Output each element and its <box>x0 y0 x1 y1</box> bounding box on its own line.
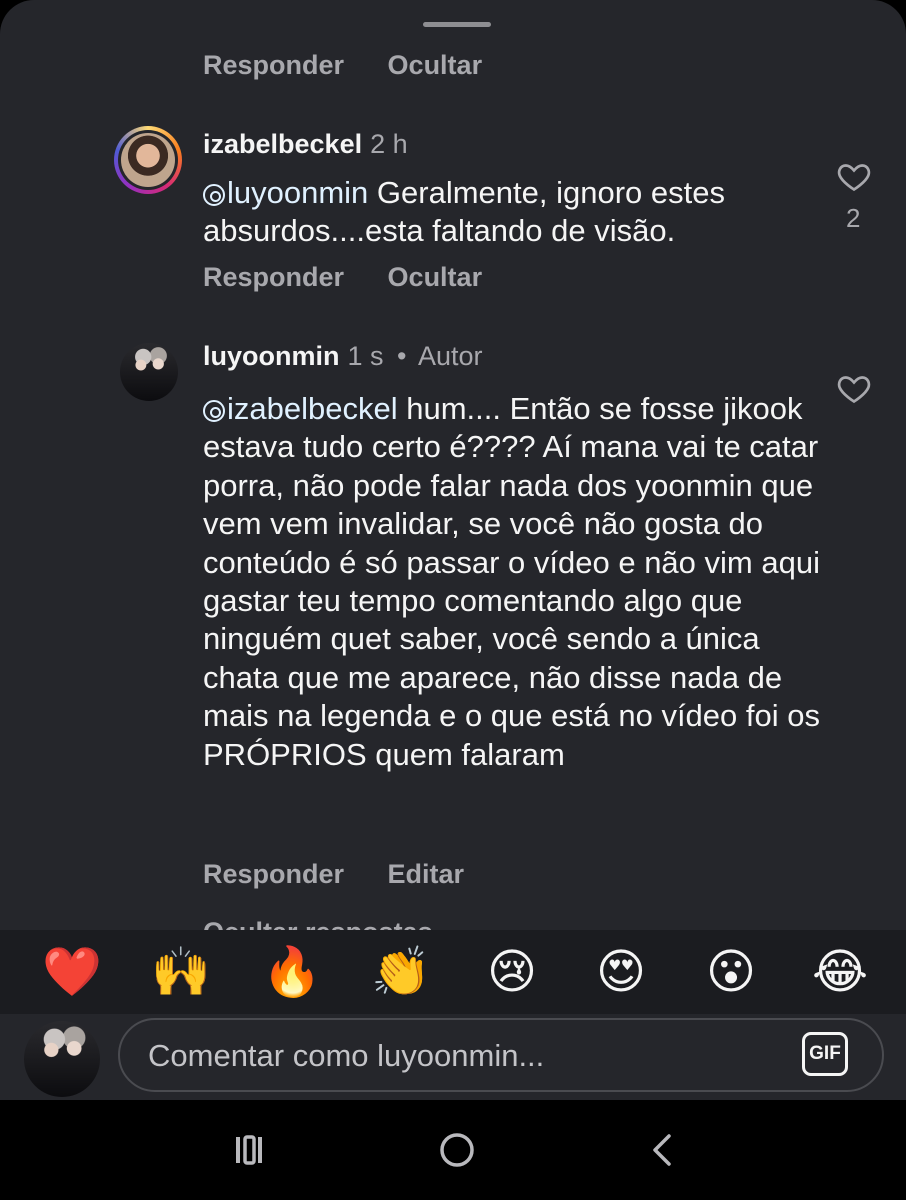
mention-link[interactable]: luyoonmin <box>203 175 368 210</box>
reply-button[interactable]: Responder <box>203 859 344 890</box>
comment-actions: Responder Editar <box>203 859 464 890</box>
avatar-luyoonmin[interactable] <box>120 343 178 401</box>
timestamp: 1 s <box>347 341 384 371</box>
comment-actions: Responder Ocultar <box>203 50 482 81</box>
crying-emoji[interactable]: 😢 <box>482 948 542 998</box>
reply-button[interactable]: Responder <box>203 262 344 293</box>
comment-body: luyoonmin Geralmente, ignoro estes absur… <box>203 175 725 249</box>
timestamp: 2 h <box>370 129 408 159</box>
avatar-self <box>24 1021 100 1097</box>
drag-handle[interactable] <box>423 22 491 27</box>
comment-input[interactable]: Comentar como luyoonmin... GIF <box>118 1018 884 1092</box>
hide-replies-link[interactable]: Ocultar respostas <box>203 917 433 931</box>
like-heart-icon[interactable] <box>836 158 872 194</box>
username[interactable]: luyoonmin <box>203 341 340 371</box>
recent-apps-icon[interactable] <box>219 1120 279 1180</box>
clapping-emoji[interactable]: 👏 <box>371 948 431 998</box>
hide-button[interactable]: Ocultar <box>388 50 483 81</box>
author-badge: Autor <box>418 341 483 371</box>
surprised-emoji[interactable]: 😮 <box>701 948 761 998</box>
heart-emoji[interactable]: ❤️ <box>42 948 102 998</box>
separator-dot: • <box>397 341 407 371</box>
comment-header: luyoonmin 1 s • Autor <box>203 341 483 372</box>
raising-hands-emoji[interactable]: 🙌 <box>151 948 211 998</box>
comments-sheet: Responder Ocultar izabelbeckel 2 h luyoon… <box>0 0 906 1100</box>
like-heart-icon[interactable] <box>836 370 872 406</box>
threads-icon <box>203 400 225 422</box>
back-icon[interactable] <box>633 1120 693 1180</box>
comment-header: izabelbeckel 2 h <box>203 129 408 160</box>
fire-emoji[interactable]: 🔥 <box>262 948 322 998</box>
gif-button[interactable]: GIF <box>802 1032 848 1076</box>
edit-button[interactable]: Editar <box>388 859 465 890</box>
like-count: 2 <box>846 203 861 233</box>
comment-body: izabelbeckel hum.... Então se fosse jiko… <box>203 391 820 772</box>
comment-input-placeholder: Comentar como luyoonmin... <box>148 1038 545 1073</box>
username[interactable]: izabelbeckel <box>203 129 362 159</box>
avatar-izabelbeckel[interactable] <box>114 126 182 194</box>
mention-link[interactable]: izabelbeckel <box>203 391 398 426</box>
laughing-emoji[interactable]: 😂 <box>810 948 870 998</box>
emoji-reaction-bar: ❤️ 🙌 🔥 👏 😢 😍 😮 😂 <box>0 930 906 1014</box>
home-icon[interactable] <box>427 1120 487 1180</box>
heart-eyes-emoji[interactable]: 😍 <box>591 948 651 998</box>
reply-button[interactable]: Responder <box>203 50 344 81</box>
hide-button[interactable]: Ocultar <box>388 262 483 293</box>
threads-icon <box>203 184 225 206</box>
system-nav-bar <box>0 1100 906 1200</box>
comment-actions: Responder Ocultar <box>203 262 482 293</box>
